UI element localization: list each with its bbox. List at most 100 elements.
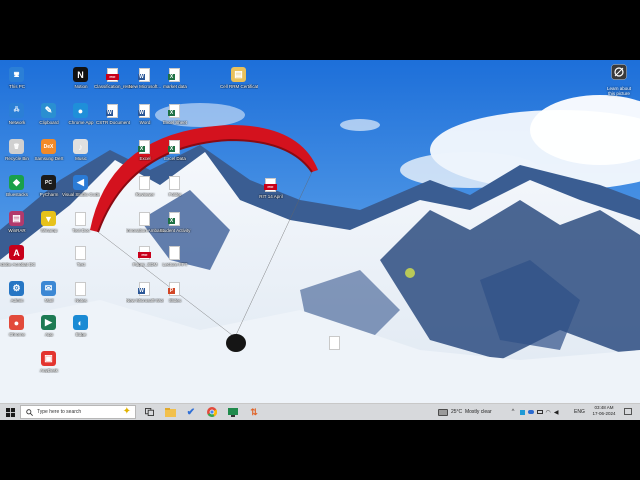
desktop-icon-label: Slides — [168, 298, 182, 303]
clipboard-icon: ✎ — [40, 102, 57, 119]
chrome-icon — [207, 407, 217, 417]
taskbar-search-box[interactable]: Type here to search ✦ — [20, 405, 136, 419]
desktop-icon-excel-3[interactable]: X Excel Data — [160, 136, 190, 166]
recycle-bin-icon: 🗑 — [8, 138, 25, 155]
desktop-icon-winrar[interactable]: ▤ WinRAR — [2, 208, 32, 238]
desktop-icon-pdf-3[interactable]: PDF RIT 14 April — [256, 174, 286, 204]
excel-1-icon: X — [136, 138, 153, 155]
desktop-icon-excel-1[interactable]: X Excel — [130, 136, 160, 166]
desktop-icon-adobe-acrobat[interactable]: A Adobe Acrobat DC — [0, 242, 36, 272]
blank-file-icon — [326, 334, 343, 351]
desktop-icon-clipboard[interactable]: ✎ Clipboard — [34, 100, 64, 130]
desktop-icon-notion[interactable]: N Notion — [66, 64, 96, 94]
doc-plain-2-icon — [72, 244, 89, 261]
winrar-icon: ▤ — [8, 210, 25, 227]
desktop-icon-label: Text — [76, 262, 86, 267]
desktop-icon-pdf-file[interactable]: PDF Classification_result — [94, 64, 132, 94]
desktop-icon-network[interactable]: 🖧 Network — [2, 100, 32, 130]
desktop-icon-bluestacks[interactable]: ◆ Bluestacks — [2, 172, 32, 202]
desktop-icon-app-green[interactable]: ▶ App — [34, 312, 64, 342]
notion-icon: N — [72, 66, 89, 83]
taskbar-chrome[interactable] — [205, 406, 219, 418]
desktop-icon-this-pc[interactable]: 🖥 This PC — [2, 64, 32, 94]
monitor-icon — [228, 407, 238, 417]
tray-app-icon[interactable] — [519, 409, 525, 415]
pdf-file-icon: PDF — [104, 66, 121, 83]
wifi-icon[interactable]: ◠ — [546, 409, 551, 416]
tray-icons: ◠ ◀ — [518, 406, 560, 418]
desktop-icon-doc-plain-2[interactable]: Text — [66, 242, 96, 272]
task-view-button[interactable] — [143, 406, 155, 418]
search-icon — [26, 409, 33, 416]
ppt-1-icon: P — [166, 280, 183, 297]
taskbar: Type here to search ✦ ✔ ⇅ 25°C Mostly cl… — [0, 403, 640, 420]
taskbar-file-explorer[interactable] — [163, 406, 177, 418]
desktop-icon-label: market data — [163, 84, 187, 89]
desktop-icon-admin[interactable]: ⚙ Admin — [2, 278, 32, 308]
desktop-icon-file-5[interactable]: Lecture PPT — [160, 242, 190, 272]
desktop-icon-winamp[interactable]: ▼ Winamp — [34, 208, 64, 238]
notification-icon — [624, 408, 632, 415]
desktop-icon-chrome[interactable]: ● Chrome — [2, 312, 32, 342]
desktop-icon-word-4[interactable]: W New Microsoft Wor — [126, 278, 164, 308]
excel-2-icon: X — [166, 102, 183, 119]
file-2-icon — [136, 174, 153, 191]
desktop-icon-visual-studio[interactable]: ◀ Visual Studio Code — [62, 172, 100, 202]
desktop-icon-file-3[interactable]: Innovation Ambassador — [126, 208, 164, 238]
desktop-icon-blank-file[interactable] — [320, 332, 350, 362]
taskbar-todo[interactable]: ✔ — [184, 406, 198, 418]
desktop-icon-excel-4[interactable]: X Student Activity — [160, 208, 190, 238]
taskbar-app-green[interactable] — [226, 406, 240, 418]
desktop-icon-label: Music — [75, 156, 87, 161]
show-hidden-icons-button[interactable]: ^ — [509, 406, 517, 418]
start-button[interactable] — [4, 406, 16, 418]
desktop-icon-anydesk[interactable]: ▣ AnyDesk — [34, 348, 64, 378]
weather-widget[interactable]: 25°C Mostly clear — [438, 406, 508, 418]
desktop-icon-word-2[interactable]: W CSTR Document — [96, 100, 130, 130]
desktop-icon-excel-market[interactable]: Xmarket data — [160, 64, 190, 94]
search-placeholder: Type here to search — [37, 409, 82, 415]
desktop-icon-pycharm[interactable]: PC PyCharm — [34, 172, 64, 202]
desktop-icon-label: Excel Data — [164, 156, 186, 161]
desktop-icon-music[interactable]: ♪ Music — [66, 136, 96, 166]
desktop-icon-ppt-1[interactable]: P Slides — [160, 278, 190, 308]
cloud-icon[interactable] — [527, 410, 534, 414]
desktop-icon-doc-plain[interactable]: Text Doc — [66, 208, 96, 238]
desktop-icon-doc-plain-3[interactable]: Notes — [66, 278, 96, 308]
taskbar-app-orange[interactable]: ⇅ — [247, 406, 261, 418]
desktop-icon-dex[interactable]: DeX Samsung DeX — [34, 136, 64, 166]
desktop-icon-cert-file[interactable]: ▤ Cell RRM Certificate — [220, 64, 258, 94]
pdf-2-icon: PDF — [136, 244, 153, 261]
desktop-icon-pdf-2[interactable]: PDF Paper_SDM — [130, 242, 160, 272]
learn-about-picture-button[interactable]: Learn about this picture — [600, 62, 638, 100]
dex-icon: DeX — [40, 138, 57, 155]
file-3-icon — [136, 210, 153, 227]
desktop-icon-word-3[interactable]: W Word — [130, 100, 160, 130]
desktop-icon-word-new[interactable]: W New Microsoft... — [129, 64, 161, 94]
speaker-icon[interactable]: ◀ — [554, 409, 559, 416]
desktop-icon-mail-app[interactable]: ✉ Mail — [34, 278, 64, 308]
battery-icon[interactable] — [536, 410, 543, 414]
desktop-icon-recycle-bin[interactable]: 🗑 Recycle Bin — [2, 136, 32, 166]
folder-icon — [164, 407, 176, 417]
file-transfer-icon: ⇅ — [250, 406, 258, 417]
desktop-icon-chrome-2[interactable]: ● Chrome App — [66, 100, 96, 130]
winamp-icon: ▼ — [40, 210, 57, 227]
language-indicator[interactable]: ENG — [574, 409, 585, 415]
excel-4-icon: X — [166, 210, 183, 227]
music-icon: ♪ — [72, 138, 89, 155]
edge-icon: ◐ — [72, 314, 89, 331]
anydesk-icon: ▣ — [40, 350, 57, 367]
desktop-icon-excel-2[interactable]: X Excel Sheet — [160, 100, 190, 130]
word-4-icon: W — [136, 280, 153, 297]
desktop-icon-file-4[interactable]: Folder — [160, 172, 190, 202]
desktop-icon-edge[interactable]: ◐ Edge — [66, 312, 96, 342]
desktop-icon-label: Cell RRM Certificate — [220, 84, 258, 89]
notification-center-button[interactable] — [622, 406, 634, 418]
windows-icon — [5, 407, 15, 417]
desktop-icon-label: Adobe Acrobat DC — [0, 262, 36, 267]
desktop-icon-label: Edge — [75, 332, 87, 337]
desktop-icon-file-2[interactable]: Reviewer — [130, 172, 160, 202]
clock[interactable]: 03:48 AM 17-06-2024 — [588, 405, 620, 417]
admin-icon: ⚙ — [8, 280, 25, 297]
